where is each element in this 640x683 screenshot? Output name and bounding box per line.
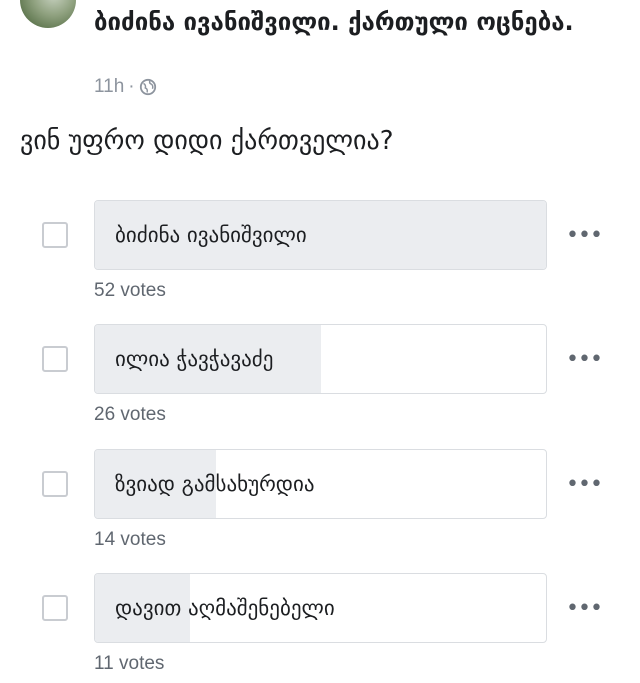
option-label: დავით აღმაშენებელი bbox=[115, 596, 335, 620]
ellipsis-icon[interactable]: ••• bbox=[566, 225, 603, 247]
option-label: ბიძინა ივანიშვილი bbox=[115, 223, 307, 247]
post-meta: 11h · bbox=[94, 76, 157, 98]
option-checkbox[interactable] bbox=[42, 471, 68, 497]
option-checkbox[interactable] bbox=[42, 346, 68, 372]
poll-option[interactable]: ბიძინა ივანიშვილი ••• 52 votes bbox=[0, 200, 640, 310]
option-bar[interactable]: ბიძინა ივანიშვილი bbox=[94, 200, 547, 270]
option-votes[interactable]: 26 votes bbox=[94, 404, 166, 426]
avatar[interactable] bbox=[20, 0, 76, 28]
poll-option[interactable]: დავით აღმაშენებელი ••• 11 votes bbox=[0, 573, 640, 683]
ellipsis-icon[interactable]: ••• bbox=[566, 349, 603, 371]
poll-option[interactable]: ზვიად გამსახურდია ••• 14 votes bbox=[0, 449, 640, 559]
option-bar[interactable]: ზვიად გამსახურდია bbox=[94, 449, 547, 519]
poll-question: ვინ უფრო დიდი ქართველია? bbox=[20, 126, 394, 156]
globe-icon[interactable] bbox=[139, 78, 157, 96]
option-checkbox[interactable] bbox=[42, 222, 68, 248]
option-votes[interactable]: 52 votes bbox=[94, 280, 166, 302]
option-votes[interactable]: 14 votes bbox=[94, 529, 166, 551]
post-author[interactable]: ბიძინა ივანიშვილი. ქართული ოცნება. bbox=[94, 4, 614, 40]
option-checkbox[interactable] bbox=[42, 595, 68, 621]
ellipsis-icon[interactable]: ••• bbox=[566, 474, 603, 496]
poll-option[interactable]: ილია ჭავჭავაძე ••• 26 votes bbox=[0, 324, 640, 434]
post-time[interactable]: 11h bbox=[94, 76, 124, 98]
option-label: ზვიად გამსახურდია bbox=[115, 472, 315, 496]
option-votes[interactable]: 11 votes bbox=[94, 653, 164, 675]
ellipsis-icon[interactable]: ••• bbox=[566, 598, 603, 620]
option-label: ილია ჭავჭავაძე bbox=[115, 347, 274, 371]
option-bar[interactable]: ილია ჭავჭავაძე bbox=[94, 324, 547, 394]
option-bar[interactable]: დავით აღმაშენებელი bbox=[94, 573, 547, 643]
meta-separator: · bbox=[128, 76, 135, 97]
